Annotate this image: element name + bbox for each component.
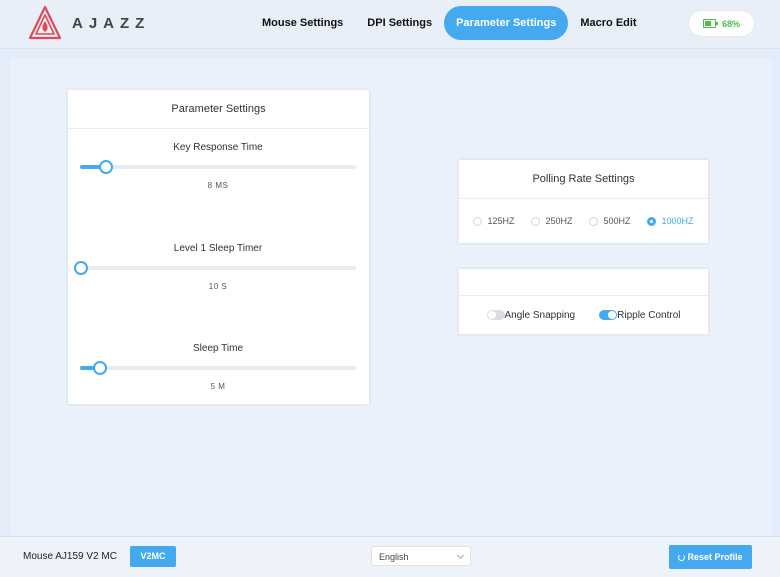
sleep-time-value: 5 M (210, 382, 226, 391)
sleep-time-slider[interactable] (80, 361, 356, 375)
tab-macro-edit[interactable]: Macro Edit (568, 6, 648, 40)
sleep-timer-label: Level 1 Sleep Timer (173, 243, 263, 254)
key-response-slider-handle[interactable] (98, 160, 113, 174)
toggles-card-header (459, 269, 708, 296)
polling-rate-250hz[interactable]: 250HZ (531, 216, 572, 226)
polling-rate-1000hz[interactable]: 1000HZ (647, 216, 693, 226)
sleep-timer-value: 10 S (208, 282, 228, 291)
radio-icon (531, 216, 541, 226)
sleep-timer-slider-handle[interactable] (74, 261, 88, 275)
ripple-control-toggle[interactable]: Ripple Control (599, 309, 681, 321)
sleep-time-slider-handle[interactable] (93, 361, 108, 375)
radio-icon (473, 216, 483, 226)
angle-snapping-toggle[interactable]: Angle Snapping (486, 309, 576, 321)
polling-rate-125hz[interactable]: 125HZ (473, 216, 515, 226)
key-response-value: 8 MS (207, 181, 229, 190)
polling-rate-card: Polling Rate Settings 125HZ 250HZ 500HZ … (459, 160, 708, 243)
reset-profile-label: Reset Profile (687, 552, 743, 562)
parameter-settings-title: Parameter Settings (68, 90, 369, 129)
ripple-control-switch[interactable] (599, 310, 618, 320)
ripple-control-label: Ripple Control (617, 309, 681, 321)
language-value: English (379, 552, 409, 562)
angle-snapping-switch[interactable] (486, 310, 505, 320)
top-bar: AJAZZ Mouse Settings DPI Settings Parame… (0, 0, 780, 49)
battery-percent: 68% (721, 18, 740, 29)
sleep-time-slider-block: Sleep Time 5 M (80, 343, 356, 391)
polling-rate-label: 1000HZ (661, 216, 694, 226)
battery-fill (704, 21, 712, 26)
bottom-bar: Mouse AJ159 V2 MC V2MC English Reset Pro… (0, 536, 780, 577)
tab-parameter-settings[interactable]: Parameter Settings (444, 6, 569, 40)
polling-rate-label: 500HZ (603, 216, 631, 226)
reset-profile-button[interactable]: Reset Profile (669, 545, 752, 569)
key-response-label: Key Response Time (173, 142, 263, 153)
ajazz-logo-icon (28, 5, 62, 40)
key-response-slider-block: Key Response Time 8 MS (80, 142, 356, 190)
language-select[interactable]: English (371, 546, 471, 566)
brand-name: AJAZZ (72, 14, 151, 32)
toggles-row: Angle Snapping Ripple Control (459, 296, 708, 334)
polling-rate-500hz[interactable]: 500HZ (589, 216, 630, 226)
chevron-down-icon (456, 551, 465, 560)
device-name: Mouse AJ159 V2 MC (23, 551, 117, 562)
battery-icon (702, 19, 718, 28)
sleep-timer-slider[interactable] (74, 261, 356, 275)
reset-icon (678, 553, 686, 561)
polling-rate-label: 250HZ (545, 216, 573, 226)
tab-dpi-settings[interactable]: DPI Settings (355, 6, 444, 40)
angle-snapping-label: Angle Snapping (504, 309, 576, 321)
polling-rate-options: 125HZ 250HZ 500HZ 1000HZ (459, 199, 708, 243)
polling-rate-title: Polling Rate Settings (459, 160, 708, 199)
tab-mouse-settings[interactable]: Mouse Settings (250, 6, 355, 40)
key-response-slider[interactable] (80, 160, 356, 174)
toggles-card: Angle Snapping Ripple Control (459, 269, 708, 334)
parameter-settings-card: Parameter Settings Key Response Time 8 M… (68, 90, 369, 404)
sleep-time-label: Sleep Time (192, 343, 244, 354)
radio-icon (647, 216, 657, 226)
battery-indicator: 68% (689, 11, 754, 36)
firmware-badge-button[interactable]: V2MC (130, 546, 176, 567)
radio-icon (589, 216, 599, 226)
brand-logo: AJAZZ (28, 5, 150, 41)
sleep-timer-slider-block: Level 1 Sleep Timer 10 S (74, 243, 356, 291)
main-nav: Mouse Settings DPI Settings Parameter Se… (250, 6, 649, 40)
polling-rate-label: 125HZ (487, 216, 515, 226)
